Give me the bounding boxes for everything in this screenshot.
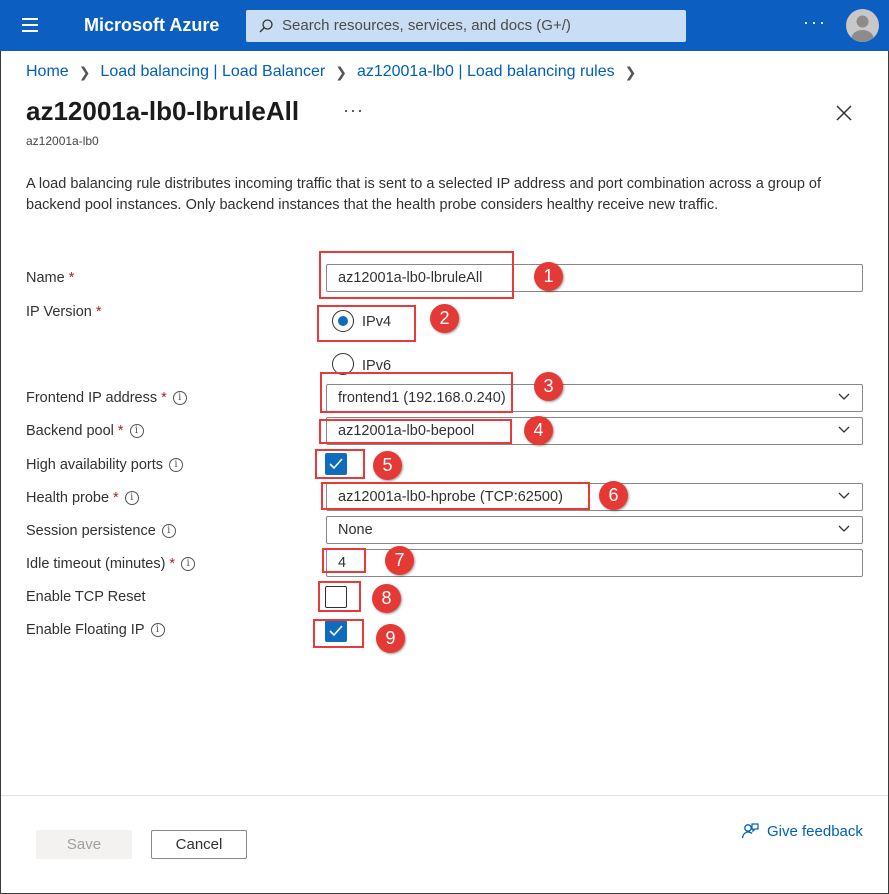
chevron-right-icon: ❯ [624, 63, 637, 80]
info-icon[interactable]: i [181, 557, 196, 571]
annotation-badge-5: 5 [373, 451, 402, 480]
ipv6-label: IPv6 [362, 358, 392, 374]
idle-timeout-label-text: Idle timeout (minutes) [26, 556, 166, 572]
annotation-badge-6: 6 [599, 481, 628, 510]
info-icon[interactable]: i [124, 491, 139, 505]
floating-ip-label: Enable Floating IP i [26, 622, 165, 638]
more-options-icon[interactable]: ··· [803, 12, 827, 33]
page-title: az12001a-lb0-lbruleAll [26, 96, 300, 126]
name-value: az12001a-lb0-lbruleAll [338, 270, 483, 286]
annotation-badge-4: 4 [524, 416, 553, 445]
name-input[interactable]: az12001a-lb0-lbruleAll [326, 264, 863, 292]
brand-title[interactable]: Microsoft Azure [84, 15, 219, 36]
annotation-badge-1: 1 [534, 262, 563, 291]
give-feedback-link[interactable]: Give feedback [741, 822, 863, 840]
health-probe-value: az12001a-lb0-hprobe (TCP:62500) [338, 489, 563, 505]
frontend-ip-value: frontend1 (192.168.0.240) [338, 390, 506, 406]
tcp-reset-label-text: Enable TCP Reset [26, 589, 146, 605]
annotation-badge-2: 2 [430, 304, 459, 333]
session-persistence-dropdown[interactable]: None [326, 516, 863, 544]
ha-ports-checkbox[interactable] [325, 453, 347, 475]
page-subtitle: az12001a-lb0 [26, 134, 99, 148]
chevron-down-icon [838, 393, 850, 400]
hamburger-menu-icon[interactable] [18, 14, 42, 36]
feedback-icon [741, 823, 759, 839]
name-label: Name * [26, 270, 74, 286]
backend-pool-label-text: Backend pool [26, 423, 114, 439]
search-placeholder: Search resources, services, and docs (G+… [282, 17, 571, 34]
required-mark: * [68, 270, 75, 286]
backend-pool-dropdown[interactable]: az12001a-lb0-bepool [326, 417, 863, 445]
required-mark: * [117, 423, 124, 439]
session-persistence-value: None [338, 522, 373, 538]
breadcrumb-lb-rules[interactable]: az12001a-lb0 | Load balancing rules [357, 63, 615, 81]
backend-pool-label: Backend pool * i [26, 423, 144, 439]
annotation-badge-8: 8 [372, 584, 401, 613]
session-persistence-label-text: Session persistence [26, 523, 156, 539]
health-probe-label: Health probe * i [26, 490, 139, 506]
required-mark: * [113, 490, 119, 506]
info-icon[interactable]: i [172, 391, 187, 405]
chevron-right-icon: ❯ [335, 63, 347, 80]
info-icon[interactable]: i [129, 424, 144, 438]
ha-ports-label: High availability ports i [26, 457, 184, 473]
save-button[interactable]: Save [36, 830, 132, 859]
chevron-down-icon [838, 492, 850, 499]
tcp-reset-label: Enable TCP Reset [26, 589, 146, 605]
name-label-text: Name [26, 270, 65, 286]
breadcrumb: Home ❯ Load balancing | Load Balancer ❯ … [26, 63, 646, 81]
window-frame [0, 0, 889, 894]
breadcrumb-load-balancing[interactable]: Load balancing | Load Balancer [100, 63, 325, 81]
ha-ports-label-text: High availability ports [26, 457, 164, 473]
health-probe-label-text: Health probe [26, 490, 110, 506]
search-icon [259, 19, 273, 33]
ipv4-label: IPv4 [362, 314, 392, 330]
ip-version-label-text: IP Version [26, 304, 92, 320]
info-icon[interactable]: i [150, 623, 165, 637]
top-bar: Microsoft Azure Search resources, servic… [0, 0, 889, 51]
required-mark: * [95, 304, 102, 320]
avatar[interactable] [846, 9, 879, 42]
required-mark: * [169, 556, 176, 572]
close-icon[interactable] [833, 102, 855, 124]
floating-ip-label-text: Enable Floating IP [26, 622, 145, 638]
tcp-reset-checkbox[interactable] [325, 586, 347, 608]
chevron-down-icon [838, 525, 850, 532]
frontend-ip-dropdown[interactable]: frontend1 (192.168.0.240) [326, 384, 863, 412]
chevron-right-icon: ❯ [78, 63, 91, 80]
cancel-button[interactable]: Cancel [151, 830, 247, 859]
description: A load balancing rule distributes incomi… [26, 176, 822, 213]
user-icon [851, 15, 874, 42]
annotation-badge-9: 9 [376, 624, 405, 653]
health-probe-dropdown[interactable]: az12001a-lb0-hprobe (TCP:62500) [326, 483, 863, 511]
frontend-ip-label-text: Frontend IP address [26, 390, 158, 406]
required-mark: * [161, 390, 167, 406]
ipv4-radio[interactable] [332, 310, 354, 332]
title-more-icon[interactable]: ··· [343, 100, 364, 121]
backend-pool-value: az12001a-lb0-bepool [338, 423, 475, 439]
idle-timeout-value: 4 [338, 555, 347, 571]
breadcrumb-home[interactable]: Home [26, 63, 69, 81]
info-icon[interactable]: i [169, 458, 184, 472]
floating-ip-checkbox[interactable] [325, 620, 347, 642]
session-persistence-label: Session persistence i [26, 523, 176, 539]
info-icon[interactable]: i [161, 524, 176, 538]
footer-divider [1, 795, 888, 796]
global-search-input[interactable]: Search resources, services, and docs (G+… [246, 10, 686, 42]
ip-version-label: IP Version * [26, 304, 102, 320]
give-feedback-label: Give feedback [767, 822, 863, 840]
frontend-ip-label: Frontend IP address * i [26, 390, 187, 406]
ipv6-radio[interactable] [332, 353, 354, 375]
checkmark-icon [329, 458, 343, 470]
annotation-badge-7: 7 [385, 546, 414, 575]
chevron-down-icon [838, 426, 850, 433]
idle-timeout-label: Idle timeout (minutes) * i [26, 556, 196, 572]
checkmark-icon [329, 625, 343, 637]
annotation-badge-3: 3 [534, 372, 563, 401]
